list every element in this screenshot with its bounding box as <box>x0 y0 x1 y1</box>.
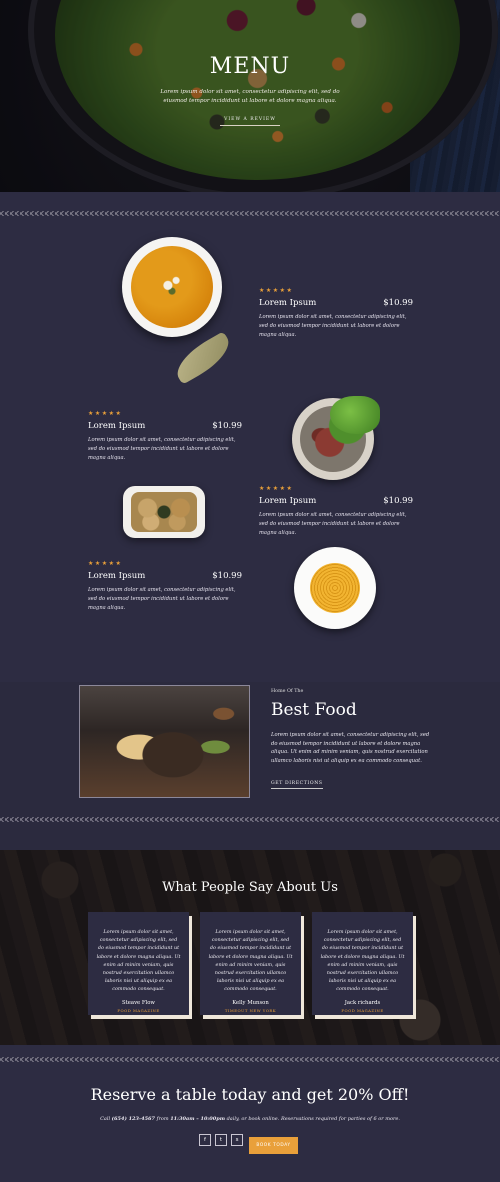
testimonial-name: Kelly Munson <box>232 999 269 1006</box>
rating-stars: ★★★★★ <box>259 485 294 492</box>
menu-item: ★★★★★ Lorem Ipsum $10.99 Lorem ipsum dol… <box>88 410 242 463</box>
testimonial-card: Lorem ipsum dolor sit amet, consectetur … <box>312 912 413 1015</box>
menu-item: ★★★★★ Lorem Ipsum $10.99 Lorem ipsum dol… <box>259 287 413 340</box>
hero-link[interactable]: VIEW A REVIEW <box>220 117 280 126</box>
zigzag-divider <box>0 211 500 216</box>
rating-stars: ★★★★★ <box>88 410 123 417</box>
testimonial-role: FOOD MAGAZINE <box>341 1007 384 1013</box>
twitter-icon[interactable]: t <box>215 1134 227 1146</box>
zigzag-divider <box>0 1057 500 1062</box>
menu-item-name: Lorem Ipsum <box>259 298 317 308</box>
rating-stars: ★★★★★ <box>88 560 123 567</box>
about-text: Lorem ipsum dolor sit amet, consectetur … <box>271 732 430 764</box>
zigzag-divider <box>0 817 500 822</box>
menu-section <box>0 192 500 682</box>
menu-item-price: $10.99 <box>383 298 413 308</box>
menu-item-description: Lorem ipsum dolor sit amet, consectetur … <box>88 587 236 611</box>
testimonial-role: FOOD MAGAZINE <box>117 1007 160 1013</box>
menu-item-price: $10.99 <box>383 496 413 506</box>
get-directions-link[interactable]: GET DIRECTIONS <box>271 781 323 789</box>
skype-icon[interactable]: s <box>231 1134 243 1146</box>
about-kicker: Home Of The <box>271 689 304 694</box>
hero-text: Lorem ipsum dolor sit amet, consectetur … <box>160 89 340 104</box>
book-today-button[interactable]: BOOK TODAY <box>249 1137 298 1154</box>
phone-number[interactable]: (654) 123-4567 <box>112 1116 155 1122</box>
menu-item-name: Lorem Ipsum <box>88 571 146 581</box>
reserve-title: Reserve a table today and get 20% Off! <box>90 1085 410 1104</box>
testimonial-name: Jack richards <box>344 999 381 1006</box>
testimonial-quote: Lorem ipsum dolor sit amet, consectetur … <box>96 929 181 993</box>
menu-item: ★★★★★ Lorem Ipsum $10.99 Lorem ipsum dol… <box>259 485 413 538</box>
menu-item-description: Lorem ipsum dolor sit amet, consectetur … <box>259 512 407 536</box>
testimonial-name: Steave Flow <box>122 999 155 1006</box>
reserve-text: Call (654) 123-4567 from 11:30am – 10:00… <box>100 1116 400 1122</box>
opening-hours: 11:30am – 10:00pm <box>170 1116 226 1122</box>
pasta-plate-image <box>294 547 376 629</box>
testimonial-quote: Lorem ipsum dolor sit amet, consectetur … <box>208 929 293 993</box>
menu-item-price: $10.99 <box>212 571 242 581</box>
menu-item-name: Lorem Ipsum <box>88 421 146 431</box>
rating-stars: ★★★★★ <box>259 287 294 294</box>
soup-bowl-image <box>122 237 222 337</box>
menu-item-description: Lorem ipsum dolor sit amet, consectetur … <box>259 314 407 338</box>
testimonial-card: Lorem ipsum dolor sit amet, consectetur … <box>200 912 301 1015</box>
reserve-section <box>0 1045 500 1182</box>
testimonials-title: What People Say About Us <box>162 880 338 895</box>
menu-item-price: $10.99 <box>212 421 242 431</box>
menu-item-name: Lorem Ipsum <box>259 496 317 506</box>
testimonial-quote: Lorem ipsum dolor sit amet, consectetur … <box>320 929 405 993</box>
testimonial-card: Lorem ipsum dolor sit amet, consectetur … <box>88 912 189 1015</box>
testimonial-role: TIMEOUT NEW YORK <box>224 1007 277 1013</box>
about-title: Best Food <box>271 700 357 720</box>
facebook-icon[interactable]: f <box>199 1134 211 1146</box>
restaurant-food-image <box>79 685 250 798</box>
menu-item: ★★★★★ Lorem Ipsum $10.99 Lorem ipsum dol… <box>88 560 242 613</box>
lettuce-garnish <box>330 396 380 434</box>
hero-title: MENU <box>209 54 291 79</box>
menu-item-description: Lorem ipsum dolor sit amet, consectetur … <box>88 437 236 461</box>
potatoes-dish-image <box>123 486 205 538</box>
